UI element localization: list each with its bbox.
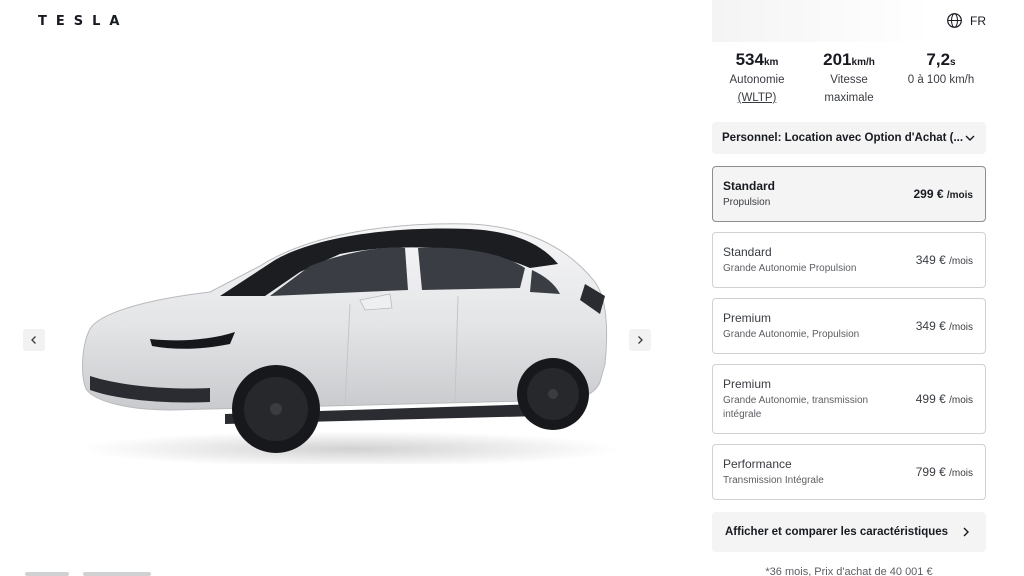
trim-option-premium-propulsion[interactable]: Premium Grande Autonomie, Propulsion 349… xyxy=(712,298,986,354)
wltp-link[interactable]: (WLTP) xyxy=(738,92,777,104)
trim-name: Premium xyxy=(723,310,772,325)
trim-price-value: 349 € xyxy=(915,253,946,267)
globe-icon xyxy=(947,13,962,28)
next-image-button[interactable] xyxy=(629,329,651,351)
trim-price: 799 € /mois xyxy=(916,465,973,479)
pagination-dot[interactable] xyxy=(25,572,69,576)
spec-label: maximale xyxy=(824,92,874,104)
pagination-dot[interactable] xyxy=(83,572,151,576)
trim-name: Performance xyxy=(723,456,792,471)
trim-price-period: /mois xyxy=(949,468,973,479)
car-image-viewer xyxy=(0,44,680,576)
trim-price-value: 299 € xyxy=(913,187,944,201)
trim-price-value: 349 € xyxy=(915,319,946,333)
tesla-logo[interactable]: TESLA xyxy=(38,14,128,29)
car-image xyxy=(80,223,620,464)
language-selector[interactable]: FR xyxy=(946,12,986,29)
trim-description: Grande Autonomie, Propulsion xyxy=(723,328,860,340)
trim-price: 349 € /mois xyxy=(916,319,973,333)
trim-name: Standard xyxy=(723,244,772,259)
chevron-left-icon xyxy=(31,336,36,344)
trim-price-value: 799 € xyxy=(915,465,946,479)
trim-price-period: /mois xyxy=(949,322,973,333)
finance-type-label: Personnel: Location avec Option d'Achat … xyxy=(722,132,964,144)
trim-description: Transmission Intégrale xyxy=(723,474,824,486)
panel-header-fade xyxy=(712,0,932,42)
spec-label: 0 à 100 km/h xyxy=(907,74,975,86)
spec-unit: km/h xyxy=(851,57,875,68)
spec-range: 534km Autonomie (WLTP) xyxy=(712,50,802,106)
chevron-down-icon xyxy=(965,135,975,141)
previous-image-button[interactable] xyxy=(23,329,45,351)
spec-value: 7,2 xyxy=(926,50,951,69)
spec-top-speed: 201km/h Vitesse maximale xyxy=(804,50,894,106)
chevron-right-icon xyxy=(963,527,969,537)
trim-option-premium-awd[interactable]: Premium Grande Autonomie, transmission i… xyxy=(712,364,986,434)
trim-option-standard-long-range[interactable]: Standard Grande Autonomie Propulsion 349… xyxy=(712,232,986,288)
trim-price-period: /mois xyxy=(946,190,973,201)
configurator-panel: FR 534km Autonomie (WLTP) 201km/h Vitess… xyxy=(712,0,986,576)
trim-price-period: /mois xyxy=(949,395,973,406)
chevron-right-icon xyxy=(638,336,643,344)
spec-summary: 534km Autonomie (WLTP) 201km/h Vitesse m… xyxy=(712,50,986,106)
spec-label: Vitesse xyxy=(830,74,868,86)
trim-option-standard-propulsion[interactable]: Standard Propulsion 299 € /mois xyxy=(712,166,986,222)
trim-description: Grande Autonomie, transmission intégrale xyxy=(723,394,869,420)
compare-features-label: Afficher et comparer les caractéristique… xyxy=(725,526,949,538)
spec-unit: s xyxy=(950,57,956,68)
trim-price-value: 499 € xyxy=(915,392,946,406)
trim-name: Premium xyxy=(723,376,772,391)
spec-value: 201 xyxy=(823,50,852,69)
trim-price: 499 € /mois xyxy=(916,392,973,406)
trim-price: 349 € /mois xyxy=(916,253,973,267)
language-label: FR xyxy=(970,13,986,28)
trim-option-performance[interactable]: Performance Transmission Intégrale 799 €… xyxy=(712,444,986,500)
compare-features-button[interactable]: Afficher et comparer les caractéristique… xyxy=(712,512,986,552)
trim-price: 299 € /mois xyxy=(914,187,974,201)
trim-name: Standard xyxy=(723,178,776,193)
spec-label: Autonomie xyxy=(729,74,785,86)
spec-unit: km xyxy=(763,57,779,68)
trim-description: Grande Autonomie Propulsion xyxy=(723,262,857,274)
trim-price-period: /mois xyxy=(949,256,973,267)
price-footnote: *36 mois, Prix d'achat de 40 001 € xyxy=(765,566,933,576)
trim-description: Propulsion xyxy=(723,196,771,208)
finance-type-dropdown[interactable]: Personnel: Location avec Option d'Achat … xyxy=(712,122,986,154)
spec-value: 534 xyxy=(735,50,764,69)
spec-acceleration: 7,2s 0 à 100 km/h xyxy=(896,50,986,106)
image-pagination xyxy=(25,572,151,576)
